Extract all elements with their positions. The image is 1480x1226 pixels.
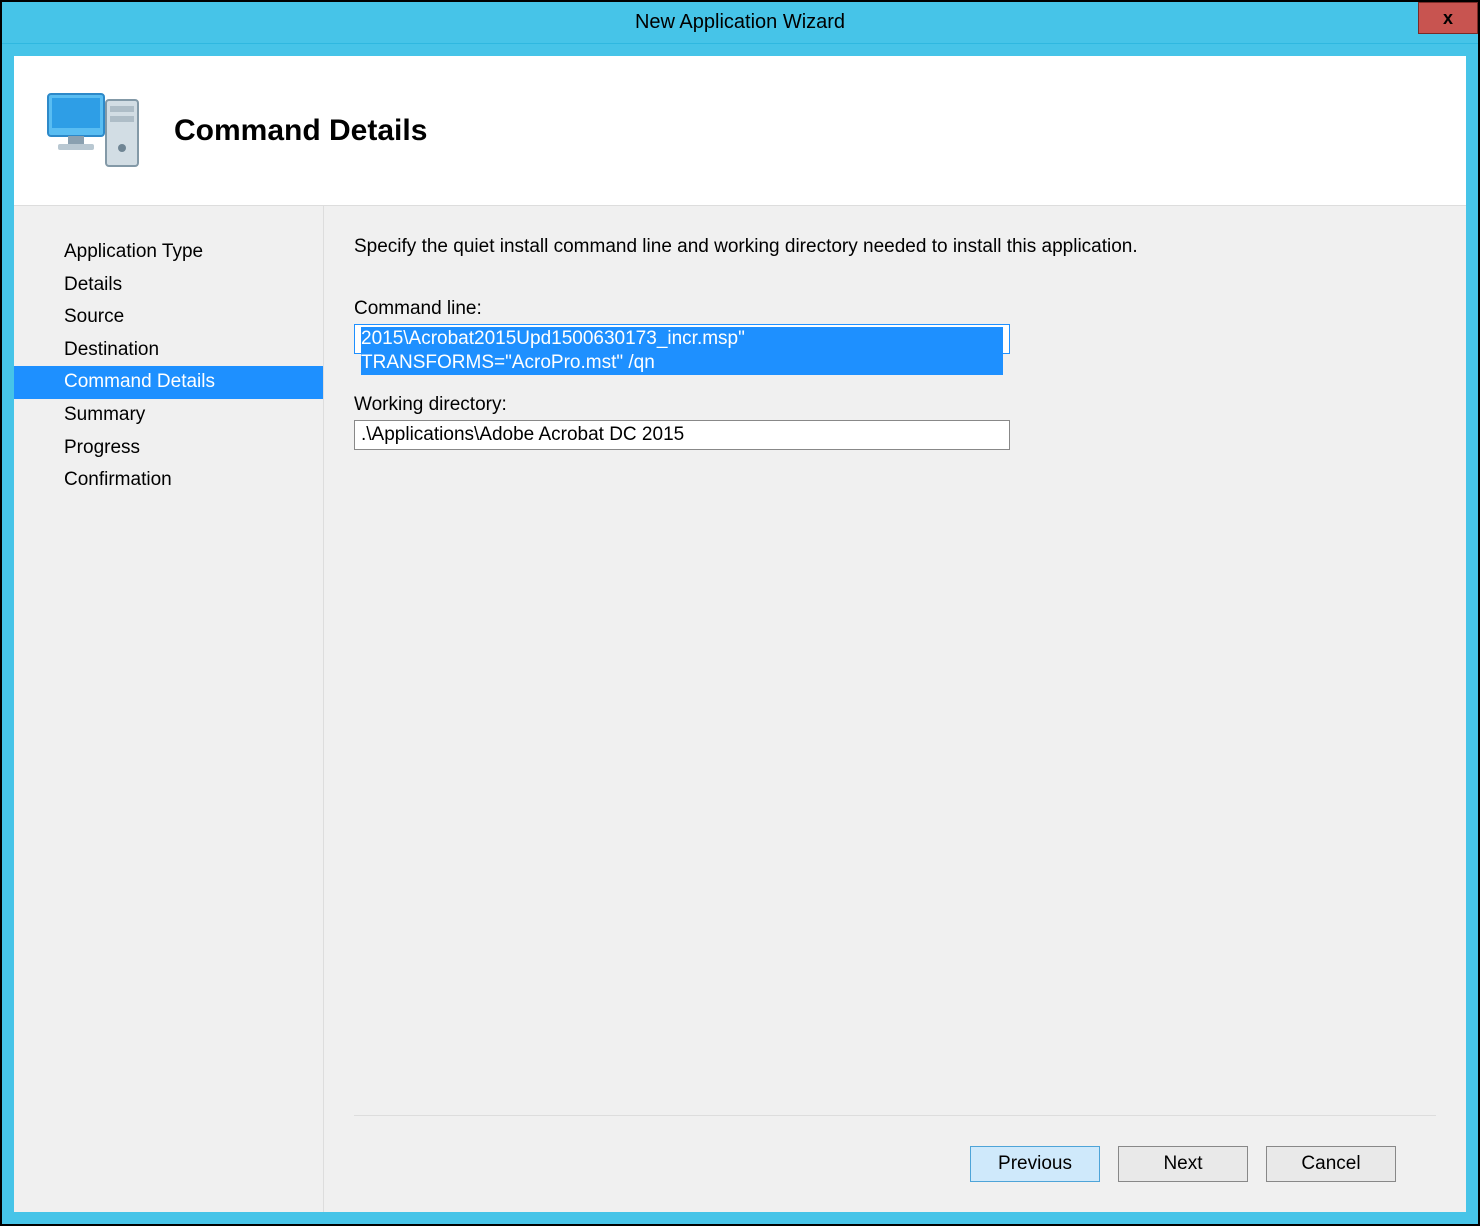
next-button[interactable]: Next — [1118, 1146, 1248, 1182]
working-dir-input[interactable] — [354, 420, 1010, 450]
previous-button[interactable]: Previous — [970, 1146, 1100, 1182]
button-bar-wrap: Previous Next Cancel — [354, 1115, 1436, 1212]
sidebar-item-source[interactable]: Source — [14, 301, 323, 334]
titlebar[interactable]: New Application Wizard x — [2, 2, 1478, 44]
working-dir-field-group: Working directory: — [354, 394, 1436, 450]
button-bar: Previous Next Cancel — [354, 1116, 1436, 1212]
command-line-label: Command line: — [354, 298, 1436, 320]
spacer — [354, 490, 1436, 1115]
working-dir-label: Working directory: — [354, 394, 1436, 416]
close-button[interactable]: x — [1418, 2, 1478, 34]
sidebar-item-summary[interactable]: Summary — [14, 399, 323, 432]
window-title: New Application Wizard — [635, 11, 845, 34]
command-line-value: 2015\Acrobat2015Upd1500630173_incr.msp" … — [361, 327, 1003, 375]
content-row: Application Type Details Source Destinat… — [14, 206, 1466, 1212]
command-line-field-group: Command line: 2015\Acrobat2015Upd1500630… — [354, 298, 1436, 354]
close-icon: x — [1443, 9, 1453, 27]
instruction-text: Specify the quiet install command line a… — [354, 236, 1436, 258]
sidebar-item-details[interactable]: Details — [14, 269, 323, 302]
page-title: Command Details — [174, 114, 427, 148]
inner-frame: Command Details Application Type Details… — [14, 56, 1466, 1212]
sidebar-item-command-details[interactable]: Command Details — [14, 366, 323, 399]
wizard-steps-sidebar: Application Type Details Source Destinat… — [14, 206, 324, 1212]
command-line-input[interactable]: 2015\Acrobat2015Upd1500630173_incr.msp" … — [354, 324, 1010, 354]
wizard-window: New Application Wizard x Com — [0, 0, 1480, 1226]
sidebar-item-progress[interactable]: Progress — [14, 432, 323, 465]
sidebar-item-confirmation[interactable]: Confirmation — [14, 464, 323, 497]
sidebar-item-destination[interactable]: Destination — [14, 334, 323, 367]
main-pane: Specify the quiet install command line a… — [324, 206, 1466, 1212]
header-banner: Command Details — [14, 56, 1466, 206]
computer-icon — [44, 86, 144, 176]
sidebar-item-application-type[interactable]: Application Type — [14, 236, 323, 269]
window-body: Command Details Application Type Details… — [2, 44, 1478, 1224]
cancel-button[interactable]: Cancel — [1266, 1146, 1396, 1182]
